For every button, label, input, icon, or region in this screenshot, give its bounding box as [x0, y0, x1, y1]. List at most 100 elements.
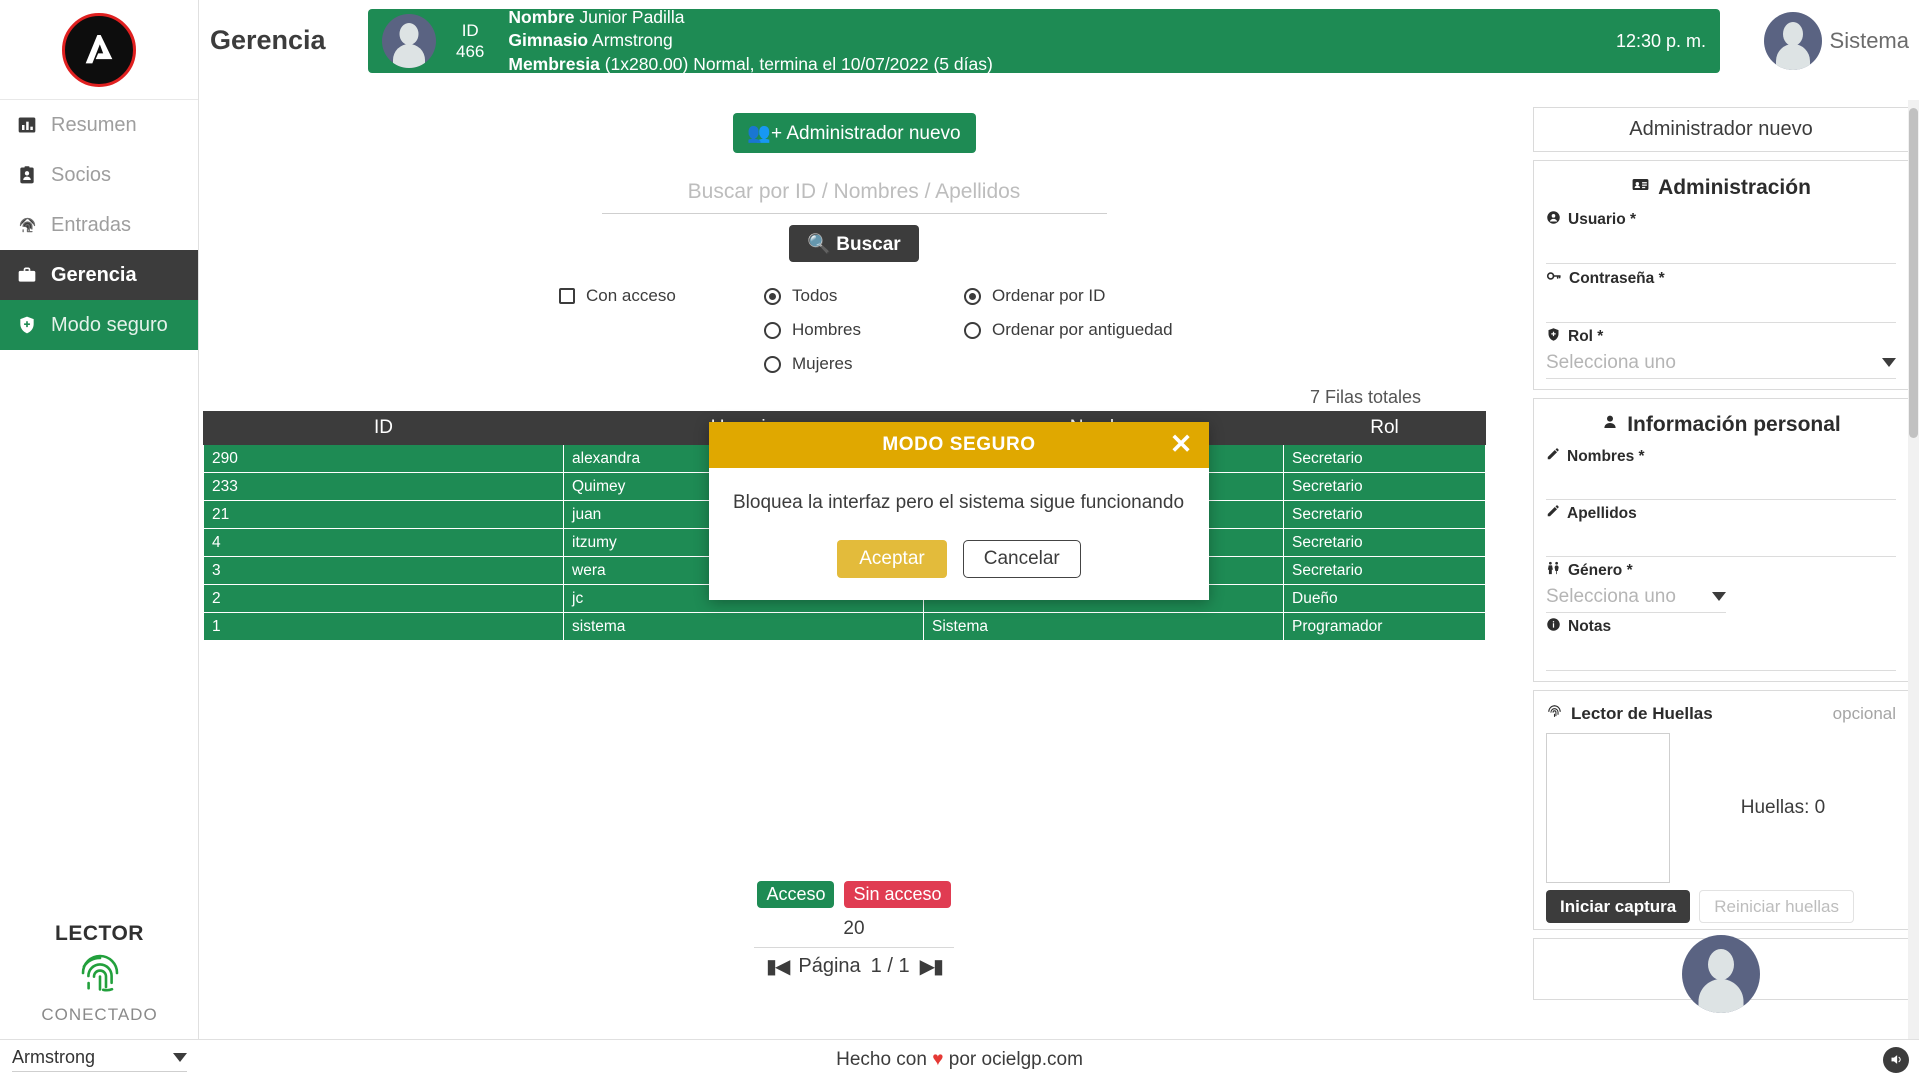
fingerprint-icon: [1546, 703, 1563, 725]
info-icon: [1546, 617, 1561, 637]
table-row[interactable]: 1 sistema Sistema Programador: [203, 612, 1486, 641]
sidebar-item-resumen[interactable]: Resumen: [0, 100, 198, 150]
heart-icon: ♥: [932, 1048, 944, 1070]
legend-row: Acceso Sin acceso: [199, 881, 1509, 908]
filter-column-gender: Todos Hombres Mujeres: [764, 279, 964, 381]
nombres-input[interactable]: [1546, 466, 1896, 500]
rol-select[interactable]: Selecciona uno: [1546, 347, 1896, 379]
radio-mujeres[interactable]: Mujeres: [764, 347, 964, 381]
app-logo: [62, 12, 136, 87]
pencil-icon: [1546, 447, 1560, 466]
sidebar-item-label: Resumen: [51, 113, 137, 136]
user-circle-icon: [1546, 210, 1561, 230]
cell-rol: Secretario: [1283, 528, 1486, 557]
sidebar-item-gerencia[interactable]: Gerencia: [0, 250, 198, 300]
sidebar-item-modo-seguro[interactable]: Modo seguro: [0, 300, 198, 350]
speaker-icon[interactable]: [1883, 1046, 1909, 1073]
notas-input[interactable]: [1546, 637, 1896, 671]
fingerprint-count: Huellas: 0: [1740, 797, 1826, 818]
cell-id: 233: [203, 472, 564, 501]
member-membresia-value: (1x280.00) Normal, termina el 10/07/2022…: [604, 53, 993, 74]
member-gimnasio-row: Gimnasio Armstrong: [508, 29, 992, 52]
checkbox-con-acceso[interactable]: Con acceso: [559, 279, 764, 313]
accept-button[interactable]: Aceptar: [837, 539, 947, 578]
briefcase-icon: [16, 265, 38, 285]
member-nombre-value: Junior Padilla: [579, 7, 685, 28]
checkbox-box-icon: [559, 288, 575, 304]
genero-field-label: Género *: [1546, 561, 1896, 581]
notas-field-label: Notas: [1546, 617, 1896, 637]
add-admin-button[interactable]: 👥+ Administrador nuevo: [732, 113, 976, 153]
page-scrollbar-thumb[interactable]: [1909, 108, 1918, 438]
contrasena-input[interactable]: [1546, 289, 1896, 323]
page-value: 1 / 1: [870, 955, 910, 977]
new-admin-card-header: Administrador nuevo: [1533, 107, 1909, 152]
radio-icon: [964, 321, 981, 339]
app-root: Resumen Socios Entradas Gerencia Modo se…: [0, 0, 1919, 1079]
first-page-icon[interactable]: ▮◀: [766, 954, 790, 979]
genero-select[interactable]: Selecciona uno: [1546, 581, 1726, 613]
shield-icon: [1546, 327, 1561, 347]
last-page-icon[interactable]: ▶▮: [920, 954, 944, 979]
avatar-preview[interactable]: [1534, 935, 1908, 1013]
gender-icon: [1546, 561, 1561, 581]
fingerprint-title: Lector de Huellas: [1546, 703, 1713, 725]
search-icon: 🔍: [807, 233, 831, 255]
modal-header: MODO SEGURO ✕: [709, 422, 1209, 468]
fingerprint-icon: [0, 950, 199, 1003]
chevron-down-icon: [1882, 358, 1896, 367]
cancel-button[interactable]: Cancelar: [962, 539, 1081, 578]
cell-rol: Programador: [1283, 612, 1486, 641]
contrasena-field-group: Contraseña *: [1546, 268, 1896, 323]
member-id-value: 466: [456, 42, 485, 61]
sidebar-item-socios[interactable]: Socios: [0, 150, 198, 200]
reset-fingerprints-button[interactable]: Reiniciar huellas: [1699, 890, 1854, 923]
radio-ordenar-por-antiguedad[interactable]: Ordenar por antiguedad: [964, 313, 1224, 347]
cell-rol: Secretario: [1283, 556, 1486, 585]
filters-row: Con acceso Todos Hombres Mujeres Ordenar…: [559, 279, 1509, 381]
close-icon[interactable]: ✕: [1170, 431, 1193, 458]
apellidos-field-label: Apellidos: [1546, 504, 1896, 523]
member-id-label: ID: [461, 20, 479, 40]
radio-ordenar-por-id[interactable]: Ordenar por ID: [964, 279, 1224, 313]
right-panel: Administrador nuevo Administración Usuar…: [1533, 107, 1909, 1037]
rows-per-page-value[interactable]: 20: [199, 918, 1509, 947]
start-capture-button[interactable]: Iniciar captura: [1546, 890, 1691, 923]
usuario-field-group: Usuario *: [1546, 210, 1896, 264]
administration-section-title: Administración: [1546, 171, 1896, 210]
checkbox-label: Con acceso: [586, 286, 676, 305]
usuario-input[interactable]: [1546, 230, 1896, 264]
sidebar-item-label: Socios: [51, 163, 112, 186]
search-input[interactable]: [601, 176, 1107, 214]
radio-hombres[interactable]: Hombres: [764, 313, 964, 347]
member-membresia-label: Membresia: [508, 53, 600, 74]
fingerprint-card: Lector de Huellas opcional Huellas: 0 In…: [1533, 690, 1909, 930]
sidebar-item-label: Modo seguro: [51, 313, 168, 336]
member-avatar: [382, 14, 436, 68]
apellidos-input[interactable]: [1546, 523, 1896, 557]
cell-id: 290: [203, 444, 564, 473]
radio-label: Hombres: [792, 320, 861, 339]
search-button[interactable]: 🔍 Buscar: [789, 225, 919, 262]
avatar-card: [1533, 935, 1909, 1013]
reader-connection-status: CONECTADO: [41, 1005, 158, 1024]
cell-usuario: sistema: [563, 612, 924, 641]
id-card-icon: [1631, 175, 1650, 200]
column-header-id[interactable]: ID: [203, 411, 564, 445]
genero-field-group: Género * Selecciona uno: [1546, 561, 1896, 613]
person-add-icon: 👥+: [747, 123, 783, 144]
add-admin-label: Administrador nuevo: [786, 123, 961, 144]
avatar: [1763, 12, 1822, 70]
sidebar-item-label: Entradas: [51, 213, 132, 236]
fingerprint-icon: [16, 215, 38, 236]
user-menu[interactable]: Sistema: [1763, 12, 1909, 70]
column-header-rol[interactable]: Rol: [1283, 411, 1486, 445]
nombres-field-group: Nombres *: [1546, 447, 1896, 500]
footer-prefix: Hecho con: [836, 1048, 933, 1070]
status-badge-sin-acceso: Sin acceso: [844, 881, 951, 908]
cell-rol: Dueño: [1283, 584, 1486, 613]
sidebar-item-entradas[interactable]: Entradas: [0, 200, 198, 250]
cell-nombre: Sistema: [923, 612, 1284, 641]
radio-label: Todos: [792, 286, 838, 305]
radio-todos[interactable]: Todos: [764, 279, 964, 313]
